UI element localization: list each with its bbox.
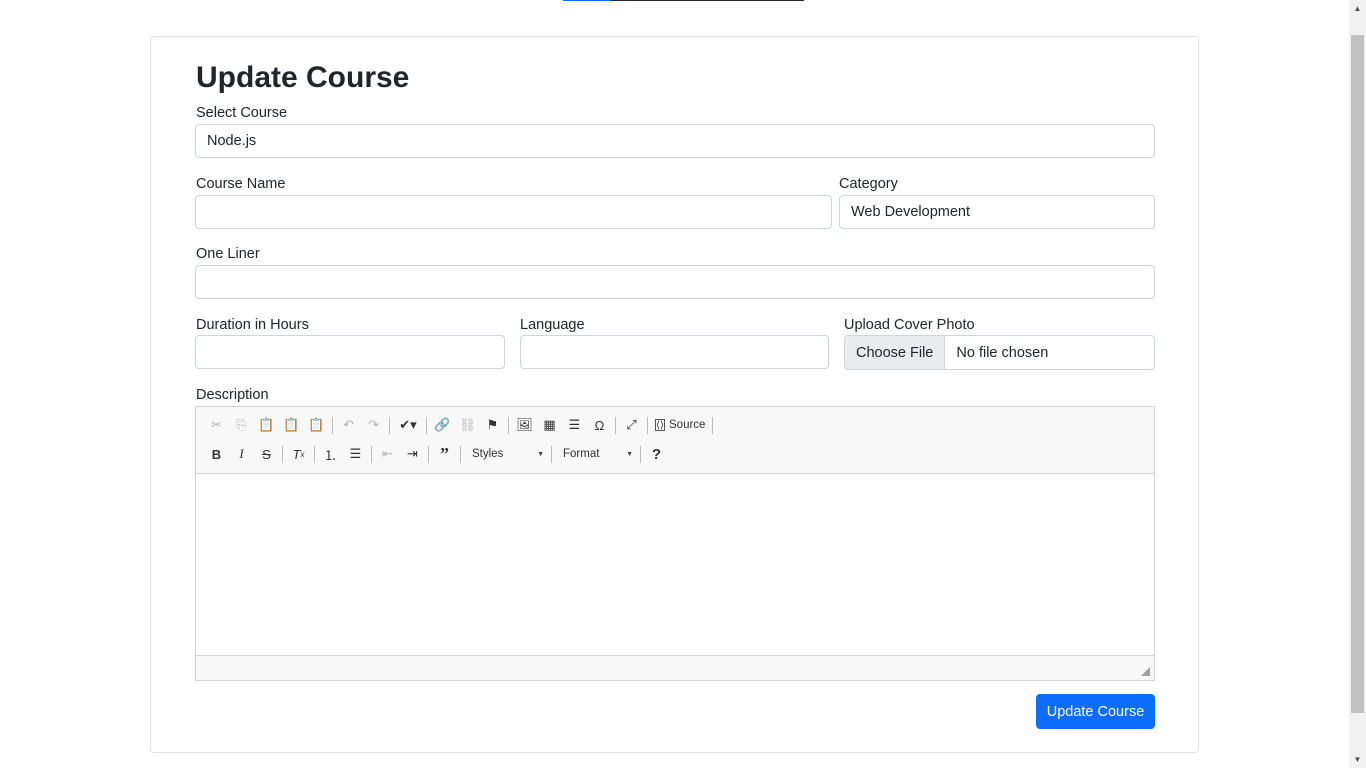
strikethrough-icon[interactable]: S	[254, 443, 279, 465]
numbered-list-icon[interactable]: ⒈	[318, 443, 343, 465]
toolbar-separator	[371, 445, 372, 463]
toolbar-separator	[389, 416, 390, 434]
page-progress-fill	[563, 0, 612, 1]
category-input[interactable]: Web Development	[839, 195, 1155, 229]
anchor-icon[interactable]: ⚑	[480, 414, 505, 436]
course-name-input[interactable]	[195, 195, 832, 229]
toolbar-separator	[332, 416, 333, 434]
select-course-dropdown[interactable]: Node.js	[195, 124, 1155, 158]
outdent-icon[interactable]: ⇤	[375, 443, 400, 465]
category-label: Category	[839, 176, 898, 192]
course-name-label: Course Name	[196, 176, 286, 192]
toolbar-separator	[647, 416, 648, 434]
page-title: Update Course	[196, 61, 410, 94]
source-icon: ⟨⟩	[655, 419, 665, 431]
editor-status-bar	[196, 655, 1154, 680]
one-liner-label: One Liner	[196, 246, 260, 262]
update-course-button[interactable]: Update Course	[1036, 694, 1155, 729]
image-icon[interactable]: 🖼	[512, 414, 537, 436]
cover-photo-label: Upload Cover Photo	[844, 317, 975, 333]
language-label: Language	[520, 317, 585, 333]
select-course-label: Select Course	[196, 105, 288, 121]
source-button[interactable]: ⟨⟩ Source	[651, 414, 709, 436]
chevron-down-icon: ▼	[537, 450, 544, 458]
resize-handle-icon[interactable]	[1141, 667, 1150, 676]
toolbar-separator	[428, 445, 429, 463]
styles-label: Styles	[472, 448, 504, 460]
vertical-scrollbar[interactable]: ▲ ▼	[1349, 0, 1366, 768]
special-char-icon[interactable]: Ω	[587, 414, 612, 436]
scroll-down-icon[interactable]: ▼	[1349, 751, 1366, 768]
chevron-down-icon: ▼	[626, 450, 633, 458]
update-course-card: Update Course Select Course Node.js Cour…	[150, 36, 1199, 753]
bold-icon[interactable]: B	[204, 443, 229, 465]
source-label: Source	[669, 419, 706, 431]
toolbar-separator	[460, 445, 461, 463]
bulleted-list-icon[interactable]: ☰	[343, 443, 368, 465]
one-liner-input[interactable]	[195, 265, 1155, 299]
undo-icon[interactable]: ↶	[336, 414, 361, 436]
link-icon[interactable]: 🔗	[430, 414, 455, 436]
paste-text-icon[interactable]: 📋	[279, 414, 304, 436]
toolbar-separator	[508, 416, 509, 434]
editor-content-area[interactable]	[196, 474, 1154, 655]
table-icon[interactable]: ▦	[537, 414, 562, 436]
help-icon[interactable]: ?	[644, 443, 669, 465]
description-rich-text-editor: ✂ ⎘ 📋 📋 📋 ↶ ↷ ✔▾ 🔗 ⛓ ⚑ 🖼 ▦ ☰ Ω ⤢ ⟨⟩ Sour…	[195, 406, 1155, 681]
editor-toolbar: ✂ ⎘ 📋 📋 📋 ↶ ↷ ✔▾ 🔗 ⛓ ⚑ 🖼 ▦ ☰ Ω ⤢ ⟨⟩ Sour…	[196, 407, 1154, 474]
editor-toolbar-row-1: ✂ ⎘ 📋 📋 📋 ↶ ↷ ✔▾ 🔗 ⛓ ⚑ 🖼 ▦ ☰ Ω ⤢ ⟨⟩ Sour…	[204, 413, 716, 437]
paste-from-word-icon[interactable]: 📋	[304, 414, 329, 436]
copy-icon[interactable]: ⎘	[229, 414, 254, 436]
redo-icon[interactable]: ↷	[361, 414, 386, 436]
toolbar-separator	[314, 445, 315, 463]
scroll-up-icon[interactable]: ▲	[1349, 0, 1366, 17]
choose-file-button[interactable]: Choose File	[845, 336, 946, 369]
remove-format-icon[interactable]: Tx	[286, 443, 311, 465]
description-label: Description	[196, 387, 269, 403]
cut-icon[interactable]: ✂	[204, 414, 229, 436]
blockquote-icon[interactable]: ”	[432, 443, 457, 465]
page-progress-bar	[563, 0, 804, 1]
file-status-text: No file chosen	[956, 344, 1049, 361]
duration-label: Duration in Hours	[196, 317, 309, 333]
language-input[interactable]	[520, 335, 829, 369]
editor-toolbar-row-2: B I S Tx ⒈ ☰ ⇤ ⇥ ” Styles ▼ Format ▼ ?	[204, 442, 669, 466]
toolbar-separator	[426, 416, 427, 434]
format-label: Format	[563, 448, 600, 460]
indent-icon[interactable]: ⇥	[400, 443, 425, 465]
toolbar-separator	[712, 416, 714, 434]
scrollbar-thumb[interactable]	[1351, 35, 1364, 713]
maximize-icon[interactable]: ⤢	[619, 414, 644, 436]
duration-input[interactable]	[195, 335, 505, 369]
toolbar-separator	[615, 416, 616, 434]
italic-icon[interactable]: I	[229, 443, 254, 465]
unlink-icon[interactable]: ⛓	[455, 414, 480, 436]
paste-icon[interactable]: 📋	[254, 414, 279, 436]
styles-dropdown[interactable]: Styles ▼	[464, 443, 548, 465]
toolbar-separator	[282, 445, 283, 463]
toolbar-separator	[640, 445, 641, 463]
horizontal-line-icon[interactable]: ☰	[562, 414, 587, 436]
cover-photo-file-input[interactable]: Choose File No file chosen	[844, 335, 1155, 370]
spellcheck-icon[interactable]: ✔▾	[393, 414, 423, 436]
format-dropdown[interactable]: Format ▼	[555, 443, 637, 465]
toolbar-separator	[551, 445, 552, 463]
